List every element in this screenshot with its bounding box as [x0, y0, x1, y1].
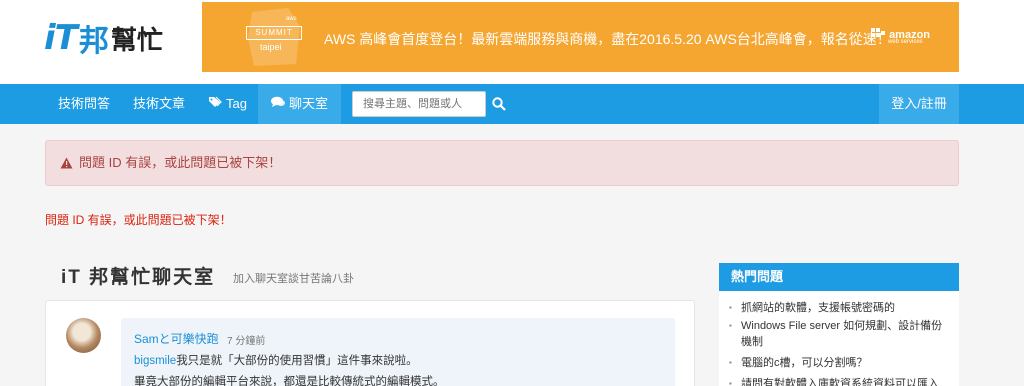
amazon-cubes-icon [871, 28, 885, 37]
page-title: iT 邦幫忙聊天室 [61, 267, 216, 288]
avatar[interactable] [66, 318, 101, 353]
ad-banner[interactable]: aws SUMMIT taipei AWS 高峰會首度登台！最新雲端服務與商機，… [202, 2, 959, 72]
hot-question-label: Windows File server 如何規劃、設計備份機制 [741, 320, 943, 348]
page-subtitle: 加入聊天室談甘苦論八卦 [233, 273, 354, 285]
message-author-link[interactable]: Samと可樂快跑 [134, 330, 219, 347]
logo-bang: 邦 [78, 24, 109, 59]
message-line-2: 畢竟大部份的編輯平台來說，都還是比較傳統式的編輯模式。 [134, 376, 445, 386]
mention-link[interactable]: bigsmile [134, 355, 176, 367]
nav-articles-label: 技術文章 [133, 96, 186, 111]
nav-articles[interactable]: 技術文章 [123, 84, 195, 124]
main-navbar: 技術問答 技術文章 Tag 聊天室 登入/註冊 [0, 84, 1024, 124]
hot-question-label: 電腦的c槽，可以分割嗎？ [741, 357, 868, 369]
hot-question-label: 請問有對軟體入庫軟資系統資料可以匯入 [741, 378, 939, 386]
nav-tag[interactable]: Tag [198, 84, 257, 124]
nav-questions-label: 技術問答 [58, 96, 111, 111]
search-button[interactable] [492, 92, 512, 116]
nav-chatroom[interactable]: 聊天室 [258, 84, 342, 124]
nav-questions[interactable]: 技術問答 [48, 84, 120, 124]
site-logo[interactable]: iT 邦 幫忙 [44, 16, 184, 60]
nav-tag-label: Tag [226, 96, 247, 111]
warning-icon [60, 143, 73, 187]
badge-city-label: taipei [260, 42, 282, 52]
comments-icon [271, 84, 285, 124]
logo-help: 幫忙 [110, 25, 163, 56]
alert-message: 問題 ID 有誤，或此問題已被下架！ [79, 155, 282, 170]
hot-question-item[interactable]: Windows File server 如何規劃、設計備份機制 [729, 318, 953, 350]
badge-aws-label: aws [286, 16, 297, 22]
badge-summit-label: SUMMIT [246, 26, 302, 40]
nav-chatroom-label: 聊天室 [289, 96, 329, 111]
login-register-button[interactable]: 登入/註冊 [879, 84, 959, 124]
tags-icon [208, 84, 222, 124]
search-icon [492, 97, 506, 111]
error-alert: 問題 ID 有誤，或此問題已被下架！ [45, 140, 959, 186]
banner-text: AWS 高峰會首度登台！最新雲端服務與商機，盡在2016.5.20 AWS台北高… [324, 31, 891, 47]
message-timestamp: 7 分鐘前 [227, 336, 266, 347]
hot-questions-title: 熱門問題 [719, 263, 959, 291]
login-register-label: 登入/註冊 [891, 96, 947, 111]
amazon-logo: amazon web services [870, 26, 930, 45]
hot-question-item[interactable]: 請問有對軟體入庫軟資系統資料可以匯入 [729, 376, 953, 386]
error-text: 問題 ID 有誤，或此問題已被下架！ [45, 213, 232, 227]
message-line-1: bigsmile我只是就「大部份的使用習慣」這件事來說啦。 [134, 352, 418, 368]
message-text-1: 我只是就「大部份的使用習慣」這件事來說啦。 [176, 355, 418, 367]
hot-question-item[interactable]: 電腦的c槽，可以分割嗎？ [729, 355, 953, 371]
hot-question-label: 抓網站的軟體，支援帳號密碼的 [741, 302, 895, 314]
site-header: iT 邦 幫忙 aws SUMMIT taipei AWS 高峰會首度登台！最新… [0, 0, 1024, 84]
search-input[interactable] [352, 91, 486, 117]
logo-it: iT [44, 18, 78, 58]
hot-question-item[interactable]: 抓網站的軟體，支援帳號密碼的 [729, 300, 953, 316]
